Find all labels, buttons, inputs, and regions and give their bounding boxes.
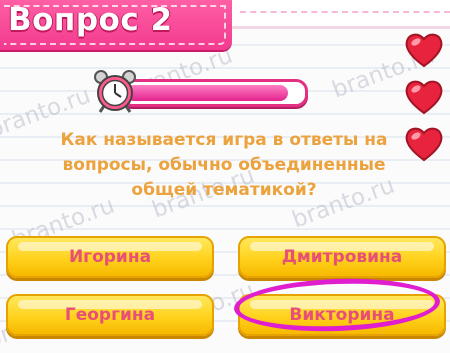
answer-button-2[interactable]: Дмитровина — [238, 236, 446, 278]
question-line: Как называется игра в ответы на — [60, 130, 388, 150]
alarm-clock-icon — [92, 68, 138, 114]
answer-label: Дмитровина — [281, 247, 403, 267]
timer-bar — [120, 79, 308, 107]
answer-label: Георгина — [64, 305, 156, 325]
answer-button-1[interactable]: Игорина — [6, 236, 214, 278]
heart-icon — [404, 30, 444, 68]
top-decoration-strip — [232, 0, 450, 29]
answer-button-3[interactable]: Георгина — [6, 294, 214, 336]
question-text: Как называется игра в ответы на вопросы,… — [50, 128, 398, 203]
page-title: Вопрос 2 — [8, 2, 173, 38]
timer-bar-fill — [126, 85, 288, 101]
heart-icon — [404, 77, 444, 115]
question-line: общей тематикой? — [131, 180, 317, 200]
heart-icon — [404, 124, 444, 162]
answer-label: Игорина — [68, 247, 152, 267]
question-line: вопросы, обычно объединенные — [62, 155, 386, 175]
